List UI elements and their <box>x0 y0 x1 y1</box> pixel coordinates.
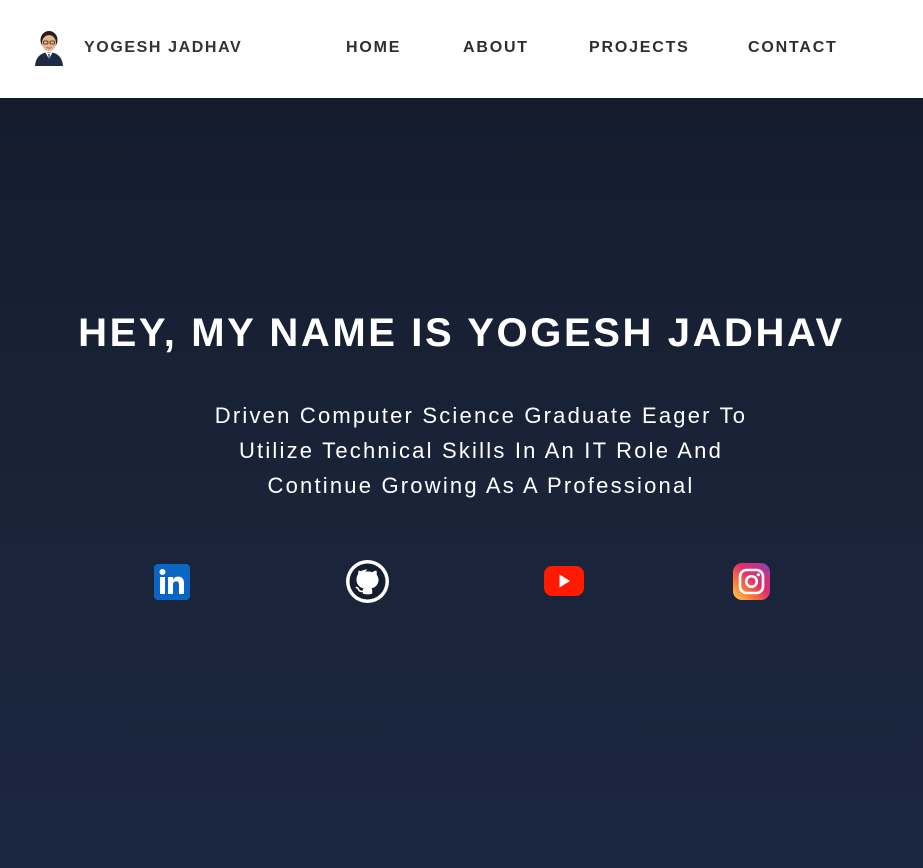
nav-home[interactable]: HOME <box>346 38 401 58</box>
youtube-icon <box>544 566 584 596</box>
linkedin-icon <box>154 564 190 600</box>
hero-subtitle-line: Utilize Technical Skills In An IT Role A… <box>238 438 724 463</box>
brand-name: YOGESH JADHAV <box>84 39 243 56</box>
linkedin-link[interactable] <box>154 564 190 600</box>
github-link[interactable] <box>346 560 389 603</box>
hero-subtitle-line: Continue Growing As A Professional <box>267 473 695 498</box>
hero-subtitle-line: Driven Computer Science Graduate Eager T… <box>214 403 748 428</box>
github-icon <box>346 560 389 603</box>
hero-section: HEY, MY NAME IS YOGESH JADHAV Driven Com… <box>0 98 923 868</box>
hero-subtitle: Driven Computer Science Graduate Eager T… <box>191 398 771 503</box>
youtube-link[interactable] <box>544 566 584 596</box>
hero-title: HEY, MY NAME IS YOGESH JADHAV <box>78 311 845 355</box>
instagram-link[interactable] <box>733 563 770 600</box>
nav-contact[interactable]: CONTACT <box>748 38 838 58</box>
brand-logo-link[interactable]: YOGESH JADHAV <box>33 29 242 66</box>
avatar <box>35 31 63 66</box>
navbar: YOGESH JADHAV HOME ABOUT PROJECTS CONTAC… <box>0 0 923 98</box>
nav-about[interactable]: ABOUT <box>463 38 529 58</box>
nav-projects[interactable]: PROJECTS <box>589 38 690 58</box>
instagram-icon <box>733 563 770 600</box>
